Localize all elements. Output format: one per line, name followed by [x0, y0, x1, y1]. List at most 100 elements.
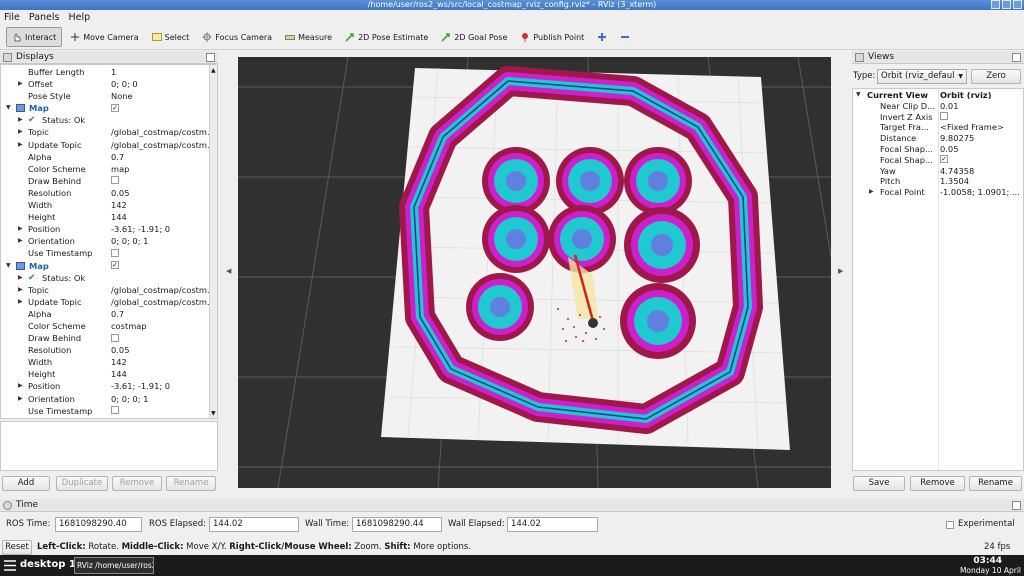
display-property-row[interactable]: Buffer Length 1	[1, 66, 209, 78]
menu-help[interactable]: Help	[68, 12, 90, 23]
minimize-button[interactable]	[991, 0, 1000, 9]
menu-panels[interactable]: Panels	[29, 12, 60, 23]
publish-point-tool[interactable]: Publish Point	[515, 27, 589, 47]
panel-close-icon[interactable]	[206, 53, 215, 62]
collapse-arrow-icon[interactable]: ▶	[18, 284, 23, 296]
collapse-arrow-icon[interactable]: ▶	[869, 187, 874, 198]
rename-display-button[interactable]: Rename	[166, 476, 216, 491]
collapse-arrow-icon[interactable]: ▶	[18, 139, 23, 151]
expand-arrow-icon[interactable]: ▼	[6, 260, 11, 272]
add-tool-button[interactable]	[592, 27, 612, 47]
ros-elapsed-field[interactable]: 144.02	[209, 517, 299, 532]
property-checkbox[interactable]	[111, 333, 119, 342]
display-property-row[interactable]: Draw Behind	[1, 332, 209, 344]
collapse-arrow-icon[interactable]: ▶	[18, 296, 23, 308]
zero-view-button[interactable]: Zero	[971, 69, 1021, 84]
property-checkbox[interactable]	[111, 176, 119, 185]
property-value[interactable]: /global_costmap/costm...	[111, 296, 209, 308]
view-property-value[interactable]: 4.74358	[940, 166, 1022, 177]
view-property-value[interactable]: 1.3504	[940, 176, 1022, 187]
property-value[interactable]: /global_costmap/costm...	[111, 126, 209, 138]
wall-time-field[interactable]: 1681098290.44	[352, 517, 442, 532]
display-property-row[interactable]: Pose Style None	[1, 90, 209, 102]
interact-tool[interactable]: Interact	[6, 27, 63, 47]
maximize-button[interactable]	[1002, 0, 1011, 9]
view-property-value[interactable]: 0.01	[940, 101, 1022, 112]
display-property-row[interactable]: ▶ Update Topic/global_costmap/costm...	[1, 139, 209, 151]
render-viewport[interactable]	[238, 57, 831, 488]
view-property-checkbox[interactable]: ✓	[940, 155, 948, 164]
collapse-arrow-icon[interactable]: ▶	[18, 380, 23, 392]
display-property-row[interactable]: ▶ Offset 0; 0; 0	[1, 78, 209, 90]
collapse-arrow-icon[interactable]: ▶	[18, 235, 23, 247]
displays-scrollbar[interactable]: ▲ ▼	[209, 65, 217, 418]
collapse-arrow-icon[interactable]: ▶	[18, 78, 23, 90]
panel-close-icon[interactable]	[1012, 53, 1021, 62]
property-checkbox[interactable]	[111, 406, 119, 415]
view-property-value[interactable]: 9.80275	[940, 133, 1022, 144]
expand-arrow-icon[interactable]: ▼	[6, 102, 11, 114]
display-property-row[interactable]: ▶ Orientation 0; 0; 0; 1	[1, 235, 209, 247]
property-value[interactable]: -3.61; -1.91; 0	[111, 223, 209, 235]
property-value[interactable]: /global_costmap/costm...	[111, 139, 209, 151]
collapse-arrow-icon[interactable]: ▶	[18, 393, 23, 405]
property-value[interactable]: 0.7	[111, 308, 209, 320]
collapse-arrow-icon[interactable]: ▶	[18, 126, 23, 138]
view-property-value[interactable]: <Fixed Frame>	[940, 122, 1022, 133]
collapse-arrow-icon[interactable]: ▶	[18, 272, 23, 284]
property-value[interactable]: 142	[111, 199, 209, 211]
pose-estimate-tool[interactable]: 2D Pose Estimate	[340, 27, 433, 47]
close-window-button[interactable]	[1013, 0, 1022, 9]
add-display-button[interactable]: Add	[2, 476, 50, 491]
display-property-row[interactable]: ▶ Position -3.61; -1.91; 0	[1, 380, 209, 392]
collapse-right-icon[interactable]: ▶	[838, 267, 844, 277]
property-value[interactable]: 0.7	[111, 151, 209, 163]
display-property-row[interactable]: Alpha 0.7	[1, 308, 209, 320]
property-value[interactable]: 0.05	[111, 344, 209, 356]
property-value[interactable]: 144	[111, 211, 209, 223]
display-property-row[interactable]: Resolution 0.05	[1, 344, 209, 356]
wall-elapsed-field[interactable]: 144.02	[507, 517, 598, 532]
menu-icon[interactable]	[4, 560, 16, 571]
move-camera-tool[interactable]: Move Camera	[65, 27, 143, 47]
display-property-row[interactable]: Use Timestamp	[1, 405, 209, 417]
collapse-arrow-icon[interactable]: ▶	[18, 114, 23, 126]
display-property-row[interactable]: ▶ Update Topic/global_costmap/costm...	[1, 296, 209, 308]
goal-pose-tool[interactable]: 2D Goal Pose	[436, 27, 512, 47]
ros-time-field[interactable]: 1681098290.40	[55, 517, 142, 532]
display-property-row[interactable]: ▶ Position -3.61; -1.91; 0	[1, 223, 209, 235]
display-property-row[interactable]: Height 144	[1, 368, 209, 380]
display-property-row[interactable]: ▼ Map ✓	[1, 260, 209, 272]
property-value[interactable]: 0.05	[111, 187, 209, 199]
view-property-checkbox[interactable]	[940, 112, 948, 121]
display-property-row[interactable]: Color Scheme costmap	[1, 320, 209, 332]
remove-view-button[interactable]: Remove	[910, 476, 965, 491]
property-value[interactable]: 0; 0; 0	[111, 78, 209, 90]
taskbar-rviz-task[interactable]: RViz /home/user/ros2_...	[74, 557, 154, 574]
property-checkbox[interactable]: ✓	[111, 103, 119, 112]
display-property-row[interactable]: Height 144	[1, 211, 209, 223]
display-property-row[interactable]: Width 142	[1, 356, 209, 368]
display-property-row[interactable]: ▶ Topic/global_costmap/costm...	[1, 126, 209, 138]
display-property-row[interactable]: Alpha 0.7	[1, 151, 209, 163]
measure-tool[interactable]: Measure	[280, 27, 337, 47]
display-property-row[interactable]: ▼ Map ✓	[1, 102, 209, 114]
display-property-row[interactable]: ▶ ✔ Status: Ok	[1, 114, 209, 126]
display-property-row[interactable]: ▶ Topic/global_costmap/costm...	[1, 284, 209, 296]
rename-view-button[interactable]: Rename	[969, 476, 1022, 491]
remove-display-button[interactable]: Remove	[112, 476, 162, 491]
property-value[interactable]: 144	[111, 368, 209, 380]
save-view-button[interactable]: Save	[853, 476, 905, 491]
select-tool[interactable]: Select	[147, 27, 195, 47]
display-property-row[interactable]: Use Timestamp	[1, 247, 209, 259]
property-value[interactable]: /global_costmap/costm...	[111, 284, 209, 296]
view-property-value[interactable]: Orbit (rviz)	[940, 90, 1022, 101]
property-value[interactable]: costmap	[111, 320, 209, 332]
property-value[interactable]: map	[111, 163, 209, 175]
panel-close-icon[interactable]	[1012, 501, 1021, 510]
desktop-label[interactable]: desktop 1	[20, 559, 76, 570]
collapse-left-icon[interactable]: ◀	[226, 267, 232, 277]
collapse-arrow-icon[interactable]: ▶	[18, 223, 23, 235]
property-value[interactable]: -3.61; -1.91; 0	[111, 380, 209, 392]
view-type-select[interactable]: Orbit (rviz_defaul ▼	[877, 69, 967, 84]
